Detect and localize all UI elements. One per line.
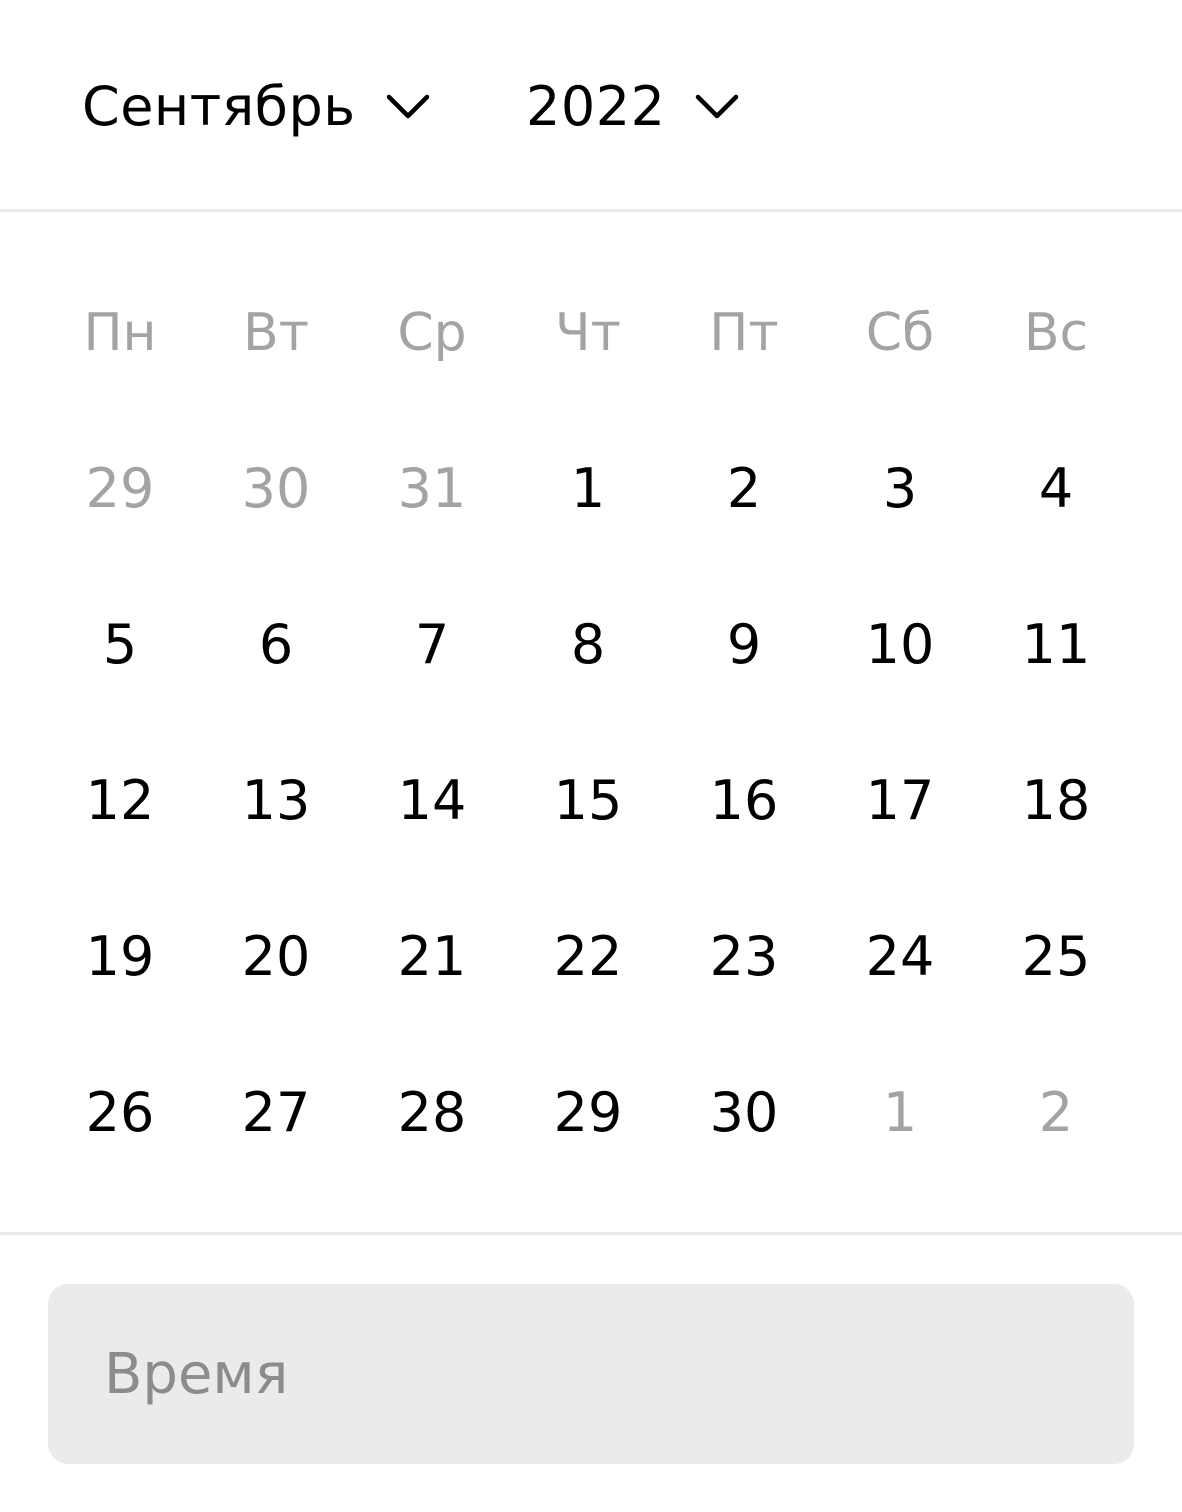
week-row: 29 30 31 1 2 3 4 <box>42 410 1134 566</box>
day-cell[interactable]: 19 <box>42 878 198 1034</box>
time-input[interactable]: Время <box>48 1284 1134 1464</box>
day-cell[interactable]: 27 <box>198 1034 354 1190</box>
day-cell[interactable]: 5 <box>42 566 198 722</box>
week-row: 26 27 28 29 30 1 2 <box>42 1034 1134 1190</box>
chevron-down-icon <box>386 94 430 120</box>
day-cell[interactable]: 12 <box>42 722 198 878</box>
header-divider <box>0 209 1182 212</box>
day-cell[interactable]: 21 <box>354 878 510 1034</box>
weekday-label: Сб <box>865 303 935 363</box>
day-cell[interactable]: 20 <box>198 878 354 1034</box>
day-cell[interactable]: 26 <box>42 1034 198 1190</box>
day-cell[interactable]: 28 <box>354 1034 510 1190</box>
weekday-label: Чт <box>555 303 621 363</box>
day-cell[interactable]: 29 <box>42 410 198 566</box>
day-cell[interactable]: 3 <box>822 410 978 566</box>
day-cell[interactable]: 16 <box>666 722 822 878</box>
year-dropdown[interactable]: 2022 <box>526 72 739 142</box>
day-cell[interactable]: 8 <box>510 566 666 722</box>
weekday-label: Пт <box>709 303 779 363</box>
day-cell[interactable]: 11 <box>978 566 1134 722</box>
day-cell[interactable]: 17 <box>822 722 978 878</box>
day-cell[interactable]: 9 <box>666 566 822 722</box>
week-row: 5 6 7 8 9 10 11 <box>42 566 1134 722</box>
day-cell[interactable]: 18 <box>978 722 1134 878</box>
day-cell[interactable]: 14 <box>354 722 510 878</box>
week-row: 19 20 21 22 23 24 25 <box>42 878 1134 1034</box>
month-label: Сентябрь <box>82 75 356 138</box>
weekday-row: Пн Вт Ср Чт Пт Сб Вс <box>42 298 1134 368</box>
year-label: 2022 <box>526 75 666 138</box>
chevron-down-icon <box>695 94 739 120</box>
day-cell[interactable]: 4 <box>978 410 1134 566</box>
time-placeholder: Время <box>104 1341 289 1407</box>
day-cell[interactable]: 31 <box>354 410 510 566</box>
month-dropdown[interactable]: Сентябрь <box>82 72 430 142</box>
day-cell[interactable]: 30 <box>198 410 354 566</box>
calendar-header: Сентябрь 2022 <box>0 0 1182 210</box>
day-cell[interactable]: 30 <box>666 1034 822 1190</box>
weekday-label: Вт <box>243 303 309 363</box>
footer-divider <box>0 1232 1182 1235</box>
day-cell[interactable]: 15 <box>510 722 666 878</box>
day-cell[interactable]: 22 <box>510 878 666 1034</box>
day-cell[interactable]: 25 <box>978 878 1134 1034</box>
week-row: 12 13 14 15 16 17 18 <box>42 722 1134 878</box>
day-cell[interactable]: 1 <box>822 1034 978 1190</box>
day-cell[interactable]: 29 <box>510 1034 666 1190</box>
day-cell[interactable]: 24 <box>822 878 978 1034</box>
weekday-label: Вс <box>1023 303 1089 363</box>
weekday-label: Ср <box>397 303 467 363</box>
day-cell[interactable]: 1 <box>510 410 666 566</box>
day-cell[interactable]: 2 <box>978 1034 1134 1190</box>
day-cell[interactable]: 7 <box>354 566 510 722</box>
day-cell[interactable]: 2 <box>666 410 822 566</box>
day-cell[interactable]: 10 <box>822 566 978 722</box>
day-cell[interactable]: 13 <box>198 722 354 878</box>
date-picker: Сентябрь 2022 Пн Вт Ср Чт Пт Сб Вс 29 30… <box>0 0 1182 1512</box>
weekday-label: Пн <box>83 303 157 363</box>
day-cell[interactable]: 6 <box>198 566 354 722</box>
day-grid: 29 30 31 1 2 3 4 5 6 7 8 9 10 11 12 13 1… <box>42 410 1134 1190</box>
day-cell[interactable]: 23 <box>666 878 822 1034</box>
